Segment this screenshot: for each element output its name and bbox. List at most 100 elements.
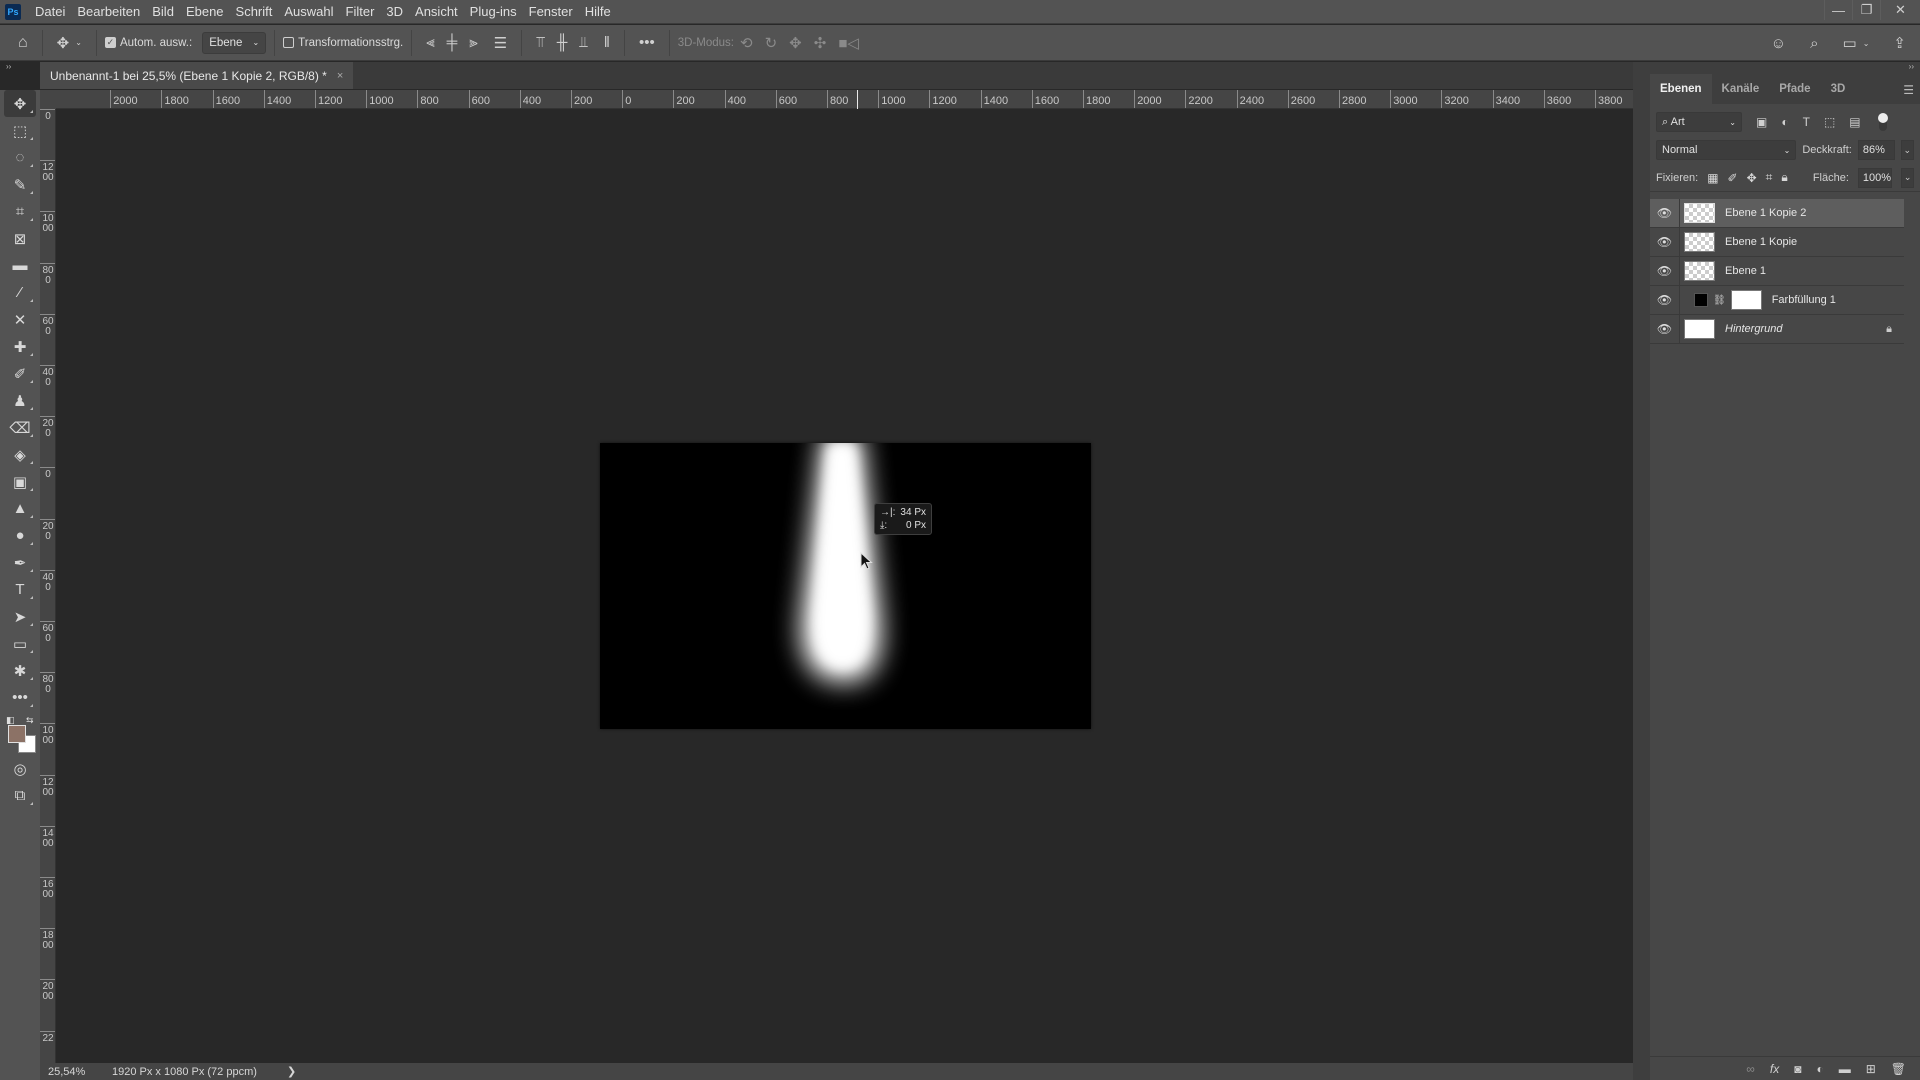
learn-icon[interactable]: ☺ <box>1771 35 1786 52</box>
tab-kanaele[interactable]: Kanäle <box>1712 74 1770 104</box>
vertical-ruler[interactable]: 0 1200 1000 800 600 400 200 0 200 400 600 800 1000 12… <box>40 109 56 1063</box>
layer-mask-thumbnail[interactable] <box>1730 290 1762 310</box>
layer-row[interactable]: 👁︎ Hintergrund 🔒︎ <box>1650 314 1904 344</box>
distribute-vertical-icon[interactable]: ☰ <box>494 34 507 52</box>
menu-filter[interactable]: Filter <box>340 0 381 24</box>
gradient-tool-icon[interactable]: ▣ <box>4 468 36 495</box>
menu-datei[interactable]: Datei <box>29 0 71 24</box>
toolbar-collapse-icon[interactable]: ›› <box>0 62 40 74</box>
path-selection-tool-icon[interactable]: ➤ <box>4 603 36 630</box>
quick-selection-tool-icon[interactable]: ✎ <box>4 171 36 198</box>
tab-ebenen[interactable]: Ebenen <box>1650 74 1712 104</box>
workspace-icon[interactable]: ▭ ⌄ <box>1843 34 1870 52</box>
layer-style-fx-icon[interactable]: fx <box>1770 1062 1779 1076</box>
layer-row[interactable]: 👁︎ ⛓ Farbfüllung 1 <box>1650 285 1904 315</box>
align-bottom-icon[interactable]: ⫫ <box>579 34 587 51</box>
tab-3d[interactable]: 3D <box>1821 74 1856 104</box>
blur-tool-icon[interactable]: ▲ <box>4 495 36 522</box>
visibility-eye-icon[interactable]: 👁︎ <box>1650 314 1680 344</box>
lock-transparent-pixels-icon[interactable]: ▦ <box>1707 171 1718 185</box>
custom-shape-tool-icon[interactable]: ✱ <box>4 657 36 684</box>
lock-position-icon[interactable]: ✥ <box>1747 171 1757 185</box>
filter-pixel-layers-icon[interactable]: ▣ <box>1756 115 1767 129</box>
paint-bucket-tool-icon[interactable]: ◈ <box>4 441 36 468</box>
align-top-icon[interactable]: ⫪ <box>536 34 544 51</box>
layer-row[interactable]: 👁︎ Ebene 1 <box>1650 256 1904 286</box>
layer-row[interactable]: 👁︎ Ebene 1 Kopie <box>1650 227 1904 257</box>
menu-ansicht[interactable]: Ansicht <box>409 0 464 24</box>
type-tool-icon[interactable]: T <box>4 576 36 603</box>
filter-shape-layers-icon[interactable]: ⬚ <box>1824 115 1835 129</box>
fill-dropdown-button[interactable]: ⌄ <box>1901 167 1914 188</box>
ruler-origin[interactable] <box>40 90 56 109</box>
search-icon[interactable]: ⌕ <box>1810 35 1818 52</box>
share-icon[interactable]: ⇪ <box>1893 34 1906 52</box>
rectangle-tool-icon[interactable]: ▭ <box>4 630 36 657</box>
clone-stamp-tool-icon[interactable]: ♟ <box>4 387 36 414</box>
delete-layer-icon[interactable]: 🗑︎ <box>1891 1062 1906 1076</box>
new-group-folder-icon[interactable]: ▬ <box>1839 1062 1851 1076</box>
horizontal-ruler[interactable]: 0 2000 1800 1600 1400 1200 1000 800 600 400 2000 20… <box>56 90 1633 109</box>
lasso-tool-icon[interactable]: ◌ <box>4 144 36 171</box>
minimize-button[interactable]: — <box>1824 0 1852 20</box>
visibility-eye-icon[interactable]: 👁︎ <box>1650 256 1680 286</box>
menu-ebene[interactable]: Ebene <box>180 0 230 24</box>
menu-hilfe[interactable]: Hilfe <box>579 0 617 24</box>
align-vertical-center-icon[interactable]: ╫ <box>557 34 568 51</box>
menu-schrift[interactable]: Schrift <box>230 0 279 24</box>
close-tab-icon[interactable]: × <box>337 70 343 82</box>
visibility-eye-icon[interactable]: 👁︎ <box>1650 227 1680 257</box>
menu-fenster[interactable]: Fenster <box>523 0 579 24</box>
opacity-dropdown-button[interactable]: ⌄ <box>1900 140 1915 160</box>
more-tools-icon[interactable]: ••• <box>4 684 36 711</box>
checkbox-checked-icon[interactable]: ✓ <box>104 37 116 48</box>
fill-color-thumbnail[interactable] <box>1694 293 1708 307</box>
auto-select-target-dropdown[interactable]: Ebene ⌄ <box>202 31 267 54</box>
menu-3d[interactable]: 3D <box>380 0 409 24</box>
panel-collapse-icon[interactable]: ›› <box>1650 62 1920 74</box>
zoom-level[interactable]: 25,54% <box>40 1066 102 1078</box>
lock-all-icon[interactable]: 🔒︎ <box>1781 170 1787 185</box>
ruler-tool-icon[interactable]: ▬ <box>4 252 36 279</box>
more-options-button[interactable]: ••• <box>639 34 655 51</box>
new-layer-icon[interactable]: ⊞ <box>1866 1062 1876 1076</box>
layer-lock-icon[interactable]: 🔒︎ <box>1886 323 1892 336</box>
distribute-horizontal-icon[interactable]: ‖ <box>604 34 610 51</box>
eyedropper-tool-icon[interactable]: ⁄ <box>4 279 36 306</box>
align-horizontal-center-icon[interactable]: ╪ <box>447 34 458 51</box>
fill-field[interactable]: 100% <box>1857 167 1893 188</box>
home-icon[interactable]: ⌂ <box>18 34 28 52</box>
link-icon[interactable]: ⛓ <box>1713 295 1726 306</box>
tab-pfade[interactable]: Pfade <box>1769 74 1820 104</box>
dodge-tool-icon[interactable]: ● <box>4 522 36 549</box>
blend-mode-dropdown[interactable]: Normal ⌄ <box>1656 140 1797 160</box>
document-canvas[interactable] <box>600 443 1091 729</box>
restore-button[interactable]: ❐ <box>1852 0 1880 20</box>
visibility-eye-icon[interactable]: 👁︎ <box>1650 285 1680 315</box>
move-tool-icon[interactable]: ✥ <box>4 90 36 117</box>
lock-image-pixels-icon[interactable]: ✐ <box>1728 171 1738 185</box>
brush-tool-icon[interactable]: ✐ <box>4 360 36 387</box>
foreground-color-swatch[interactable] <box>8 725 26 743</box>
filter-toggle[interactable] <box>1877 113 1888 131</box>
document-tab[interactable]: Unbenannt-1 bei 25,5% (Ebene 1 Kopie 2, … <box>40 62 354 89</box>
layer-row[interactable]: 👁︎ Ebene 1 Kopie 2 <box>1650 198 1904 228</box>
status-menu-arrow[interactable]: ❯ <box>287 1065 296 1078</box>
quick-mask-icon[interactable]: ◎ <box>4 755 36 782</box>
frame-tool-icon[interactable]: ⊠ <box>4 225 36 252</box>
lock-artboard-icon[interactable]: ⌗ <box>1766 170 1773 185</box>
link-layers-icon[interactable]: ∞ <box>1746 1062 1755 1076</box>
crop-tool-icon[interactable]: ⌗ <box>4 198 36 225</box>
panel-menu-icon[interactable]: ☰ <box>1903 83 1914 97</box>
filter-type-layers-icon[interactable]: T <box>1803 115 1810 129</box>
filter-kind-dropdown[interactable]: ⌕ Art ⌄ <box>1656 112 1742 132</box>
menu-bearbeiten[interactable]: Bearbeiten <box>71 0 146 24</box>
pen-tool-icon[interactable]: ✒ <box>4 549 36 576</box>
new-adjustment-layer-icon[interactable]: ◐ <box>1816 1062 1823 1076</box>
align-left-icon[interactable]: ⫷ <box>426 34 434 51</box>
checkbox-unchecked-icon[interactable] <box>283 37 295 48</box>
menu-plug-ins[interactable]: Plug-ins <box>464 0 523 24</box>
swap-colors-icon[interactable]: ⇆ <box>26 715 34 726</box>
marquee-tool-icon[interactable]: ⬚ <box>4 117 36 144</box>
close-window-button[interactable]: ✕ <box>1880 0 1920 20</box>
